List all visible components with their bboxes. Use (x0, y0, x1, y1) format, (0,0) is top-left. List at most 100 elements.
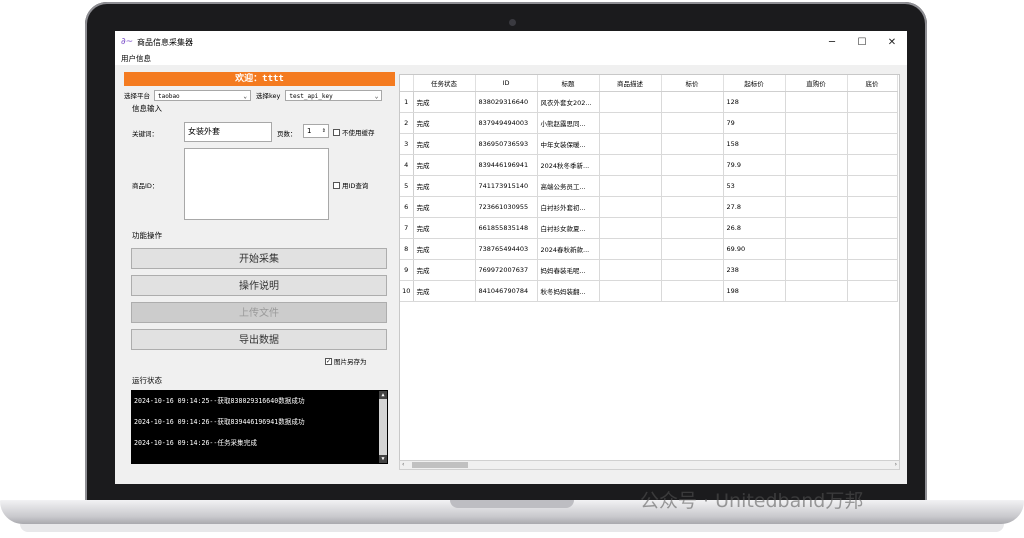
column-header[interactable]: 起标价 (723, 75, 786, 92)
table-horizontal-scrollbar[interactable]: ‹ › (399, 460, 900, 470)
help-button[interactable]: 操作说明 (131, 275, 387, 296)
table-cell[interactable]: 837949494003 (475, 112, 538, 134)
export-data-button[interactable]: 导出数据 (131, 329, 387, 350)
table-cell[interactable] (785, 259, 848, 281)
table-cell[interactable]: 完成 (413, 175, 476, 197)
table-cell[interactable]: 完成 (413, 91, 476, 113)
table-cell[interactable]: 128 (723, 91, 786, 113)
table-row[interactable]: 10 完成 841046790784 秋冬妈妈装翻... 198 (400, 280, 898, 302)
table-cell[interactable]: 2024秋冬季新... (537, 154, 600, 176)
table-cell[interactable]: 723661030955 (475, 196, 538, 218)
table-cell[interactable] (661, 280, 724, 302)
table-cell[interactable]: 秋冬妈妈装翻... (537, 280, 600, 302)
column-header[interactable]: 标价 (661, 75, 724, 92)
table-cell[interactable] (599, 175, 662, 197)
table-cell[interactable] (785, 154, 848, 176)
table-cell[interactable] (661, 154, 724, 176)
table-cell[interactable]: 完成 (413, 112, 476, 134)
table-row[interactable]: 9 完成 769972007637 妈妈春装毛呢... 238 (400, 259, 898, 281)
maximize-button[interactable]: ☐ (847, 37, 877, 48)
scroll-right-icon[interactable]: › (895, 461, 897, 468)
table-cell[interactable] (661, 175, 724, 197)
column-header[interactable]: 任务状态 (413, 75, 476, 92)
table-cell[interactable] (785, 217, 848, 239)
table-cell[interactable] (661, 133, 724, 155)
table-cell[interactable] (599, 133, 662, 155)
table-cell[interactable] (847, 154, 898, 176)
table-cell[interactable]: 完成 (413, 133, 476, 155)
menu-user-info[interactable]: 用户信息 (121, 53, 151, 65)
close-button[interactable]: ✕ (877, 37, 907, 48)
table-row[interactable]: 2 完成 837949494003 小熊赵露思同... 79 (400, 112, 898, 134)
table-cell[interactable]: 26.8 (723, 217, 786, 239)
table-cell[interactable]: 完成 (413, 196, 476, 218)
table-cell[interactable] (599, 112, 662, 134)
table-cell[interactable] (661, 217, 724, 239)
table-cell[interactable]: 中年女装保暖... (537, 133, 600, 155)
table-cell[interactable] (847, 91, 898, 113)
table-cell[interactable]: 2024春秋新款... (537, 238, 600, 260)
table-cell[interactable]: 小熊赵露思同... (537, 112, 600, 134)
no-cache-checkbox[interactable]: 不使用缓存 (333, 127, 375, 137)
table-cell[interactable] (785, 133, 848, 155)
table-cell[interactable] (599, 238, 662, 260)
table-cell[interactable]: 79 (723, 112, 786, 134)
table-cell[interactable]: 79.9 (723, 154, 786, 176)
table-cell[interactable] (785, 196, 848, 218)
upload-file-button[interactable]: 上传文件 (131, 302, 387, 323)
table-cell[interactable]: 836950736593 (475, 133, 538, 155)
key-select[interactable]: test_api_key ⌄ (285, 89, 383, 101)
table-cell[interactable] (847, 133, 898, 155)
table-cell[interactable] (599, 217, 662, 239)
table-row[interactable]: 7 完成 661855835148 白衬衫女款夏... 26.8 (400, 217, 898, 239)
table-cell[interactable]: 白衬衫女款夏... (537, 217, 600, 239)
table-cell[interactable] (785, 238, 848, 260)
table-cell[interactable]: 738765494403 (475, 238, 538, 260)
table-cell[interactable]: 完成 (413, 238, 476, 260)
table-cell[interactable]: 高端公务员工... (537, 175, 600, 197)
table-cell[interactable] (847, 217, 898, 239)
table-cell[interactable] (661, 91, 724, 113)
table-cell[interactable] (599, 259, 662, 281)
table-cell[interactable]: 53 (723, 175, 786, 197)
table-cell[interactable] (847, 238, 898, 260)
table-cell[interactable] (785, 280, 848, 302)
table-cell[interactable] (599, 91, 662, 113)
table-cell[interactable]: 839446196941 (475, 154, 538, 176)
table-cell[interactable] (847, 259, 898, 281)
table-row[interactable]: 3 完成 836950736593 中年女装保暖... 158 (400, 133, 898, 155)
table-cell[interactable]: 完成 (413, 259, 476, 281)
scroll-down-icon[interactable]: ▼ (379, 455, 387, 463)
table-cell[interactable]: 完成 (413, 154, 476, 176)
table-cell[interactable]: 完成 (413, 280, 476, 302)
table-cell[interactable]: 27.8 (723, 196, 786, 218)
product-id-textarea[interactable] (184, 148, 329, 220)
start-collect-button[interactable]: 开始采集 (131, 248, 387, 269)
table-cell[interactable]: 白衬衫外套初... (537, 196, 600, 218)
table-cell[interactable]: 741173915140 (475, 175, 538, 197)
table-cell[interactable]: 841046790784 (475, 280, 538, 302)
table-cell[interactable] (599, 154, 662, 176)
table-cell[interactable] (847, 196, 898, 218)
column-header[interactable]: 商品描述 (599, 75, 662, 92)
table-cell[interactable] (661, 238, 724, 260)
table-row[interactable]: 4 完成 839446196941 2024秋冬季新... 79.9 (400, 154, 898, 176)
table-cell[interactable]: 妈妈春装毛呢... (537, 259, 600, 281)
table-cell[interactable] (785, 175, 848, 197)
table-cell[interactable] (661, 196, 724, 218)
log-scrollbar[interactable]: ▲ ▼ (379, 391, 387, 463)
table-cell[interactable] (785, 91, 848, 113)
save-images-checkbox[interactable]: ✓ 图片另存为 (325, 356, 367, 366)
table-cell[interactable]: 风衣外套女202... (537, 91, 600, 113)
minimize-button[interactable]: ─ (817, 37, 847, 48)
table-row[interactable]: 6 完成 723661030955 白衬衫外套初... 27.8 (400, 196, 898, 218)
column-header[interactable]: 底价 (847, 75, 898, 92)
table-cell[interactable] (661, 259, 724, 281)
column-header[interactable]: ID (475, 75, 538, 92)
table-cell[interactable] (661, 112, 724, 134)
platform-select[interactable]: taobao ⌄ (154, 89, 251, 101)
scroll-up-icon[interactable]: ▲ (379, 391, 387, 399)
pages-spinbox[interactable]: 1 ⇕ (303, 124, 329, 138)
table-row[interactable]: 1 完成 838029316640 风衣外套女202... 128 (400, 91, 898, 113)
scrollbar-thumb[interactable] (412, 462, 468, 468)
